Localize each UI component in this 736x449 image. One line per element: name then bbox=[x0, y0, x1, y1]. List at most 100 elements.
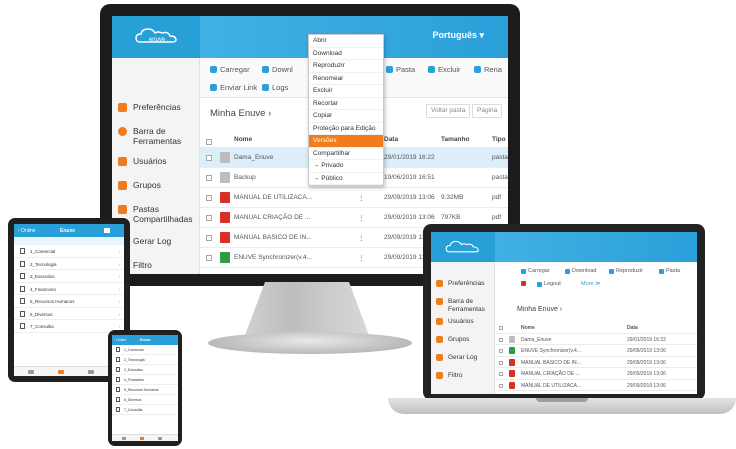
context-menu-item[interactable]: → Privado bbox=[309, 160, 383, 173]
sidebar-item-preferencias[interactable]: Preferências bbox=[118, 102, 181, 112]
laptop-sidebar-item[interactable]: Preferências bbox=[436, 280, 485, 288]
list-item[interactable]: 3_Executivo bbox=[112, 365, 178, 375]
logs-button[interactable]: Logs bbox=[262, 83, 288, 92]
enuve-logo-icon[interactable]: enuve bbox=[134, 26, 180, 46]
row-menu-icon[interactable]: ⋮ bbox=[358, 194, 365, 202]
list-item[interactable]: 5_Recursos Humanos › bbox=[14, 295, 124, 308]
enuve-logo-icon[interactable] bbox=[443, 239, 483, 255]
laptop-sidebar-item[interactable]: Grupos bbox=[436, 336, 469, 344]
row-checkbox[interactable] bbox=[499, 349, 503, 353]
language-selector[interactable]: Português ▾ bbox=[432, 30, 484, 41]
row-checkbox[interactable] bbox=[499, 360, 503, 365]
context-menu-item[interactable]: Copiar bbox=[309, 110, 383, 123]
column-header-date[interactable]: Data bbox=[627, 325, 638, 331]
laptop-youtube-button[interactable] bbox=[521, 281, 526, 286]
breadcrumb[interactable]: Minha Enuve › bbox=[210, 108, 271, 119]
list-item[interactable]: 4_Financeiro › bbox=[14, 283, 124, 295]
phone-back-button[interactable]: ‹ Online bbox=[114, 338, 126, 342]
laptop-sidebar-item[interactable]: Usuários bbox=[436, 318, 474, 326]
column-header-name[interactable]: Nome bbox=[521, 325, 535, 331]
laptop-logout-button[interactable]: Logout bbox=[537, 281, 561, 287]
rename-button[interactable]: Rena bbox=[474, 65, 502, 74]
context-menu-item[interactable]: Proteção para Edição bbox=[309, 123, 383, 135]
back-folder-button[interactable]: Voltar pasta bbox=[426, 104, 471, 118]
column-header-type[interactable]: Tipo bbox=[492, 136, 506, 143]
list-item[interactable]: 7_Consultia bbox=[112, 405, 178, 415]
sidebar-item-pastas-compartilhadas[interactable]: Pastas Compartilhadas bbox=[118, 204, 199, 224]
context-menu-item[interactable]: Download bbox=[309, 48, 383, 60]
sidebar-item-usuarios[interactable]: Usuários bbox=[118, 156, 167, 166]
settings-tab-icon[interactable] bbox=[88, 370, 94, 374]
list-item[interactable]: 7_Consultia › bbox=[14, 320, 124, 333]
settings-tab-icon[interactable] bbox=[158, 437, 162, 440]
list-item[interactable]: 1_Comercial › bbox=[14, 245, 124, 258]
send-link-button[interactable]: Enviar Link bbox=[210, 83, 257, 92]
list-item[interactable]: 6_Diversos › bbox=[14, 308, 124, 320]
laptop-upload-button[interactable]: Carregar bbox=[521, 268, 550, 274]
row-checkbox[interactable] bbox=[206, 155, 212, 161]
download-button[interactable]: Downl bbox=[262, 65, 293, 74]
list-item[interactable]: 5_Recursos Humanos bbox=[112, 385, 178, 395]
select-all-checkbox[interactable] bbox=[499, 326, 503, 330]
list-item[interactable]: 2_Tecnologia bbox=[112, 355, 178, 365]
laptop-folder-button[interactable]: Pasta bbox=[659, 268, 680, 274]
table-row[interactable]: MANUAL DE UTILIZACA... 29/09/2019 13:06 bbox=[495, 380, 697, 391]
list-item[interactable]: 3_Executivo › bbox=[14, 270, 124, 283]
list-item[interactable]: 1_Comercial bbox=[112, 345, 178, 355]
laptop-play-button[interactable]: Reproduzir bbox=[609, 268, 643, 274]
list-item[interactable]: 4_Financeiro bbox=[112, 375, 178, 385]
row-checkbox[interactable] bbox=[206, 215, 212, 221]
delete-button[interactable]: Excluir bbox=[428, 65, 461, 74]
gear-icon bbox=[118, 127, 127, 136]
context-menu-item[interactable]: Abrir bbox=[309, 35, 383, 48]
table-row[interactable]: Dama_Enuve 29/01/2019 16:22 bbox=[495, 334, 697, 345]
column-header-size[interactable]: Tamanho bbox=[441, 136, 469, 143]
row-menu-icon[interactable]: ⋮ bbox=[358, 234, 365, 242]
row-checkbox[interactable] bbox=[206, 235, 212, 241]
column-header-date[interactable]: Data bbox=[384, 136, 398, 143]
row-checkbox[interactable] bbox=[499, 383, 503, 388]
column-header-name[interactable]: Nome bbox=[234, 136, 252, 143]
context-menu-item[interactable]: Recortar bbox=[309, 98, 383, 110]
files-tab-icon[interactable] bbox=[122, 437, 126, 440]
context-menu-item[interactable]: Excluir bbox=[309, 85, 383, 98]
table-row[interactable]: MANUAL CRIAÇÃO DE ... 29/09/2019 13:06 bbox=[495, 368, 697, 380]
laptop-breadcrumb[interactable]: Minha Enuve › bbox=[517, 306, 562, 313]
shared-folder-icon bbox=[118, 205, 127, 214]
context-menu-item[interactable]: Compartilhar bbox=[309, 148, 383, 160]
cloud-tab-icon[interactable] bbox=[58, 370, 64, 374]
row-checkbox[interactable] bbox=[206, 255, 212, 261]
table-row[interactable]: MANUAL DE UTILIZACA... 29/09/2019 13:06 9.… bbox=[200, 188, 508, 208]
context-menu-item[interactable]: → Público bbox=[309, 173, 383, 185]
row-checkbox[interactable] bbox=[206, 195, 212, 201]
sidebar-item-grupos[interactable]: Grupos bbox=[118, 180, 161, 190]
sidebar-item-barra-ferramentas[interactable]: Barra de Ferramentas bbox=[118, 126, 199, 146]
list-item[interactable]: 2_Tecnologia › bbox=[14, 258, 124, 270]
list-item-label: 3_Executivo bbox=[124, 368, 144, 372]
row-menu-icon[interactable]: ⋮ bbox=[358, 254, 365, 262]
row-menu-icon[interactable]: ⋮ bbox=[358, 214, 365, 222]
table-row[interactable]: ENUVE Synchronizer(v.4... 29/09/2019 13:0… bbox=[495, 345, 697, 357]
context-menu-item[interactable]: Renomear bbox=[309, 73, 383, 85]
row-checkbox[interactable] bbox=[206, 175, 212, 181]
row-checkbox[interactable] bbox=[499, 337, 503, 342]
list-item-label: 4_Financeiro bbox=[124, 378, 145, 382]
upload-button[interactable]: Carregar bbox=[210, 65, 250, 74]
laptop-more-button[interactable]: More ≫ bbox=[581, 281, 601, 287]
list-item[interactable]: 6_Diversos bbox=[112, 395, 178, 405]
laptop-sidebar-item[interactable]: Gerar Log bbox=[436, 354, 477, 362]
files-tab-icon[interactable] bbox=[28, 370, 34, 374]
table-row[interactable]: MANUAL BASICO DE IN... 29/09/2019 13:06 bbox=[495, 357, 697, 368]
tablet-back-button[interactable]: ‹ Online bbox=[18, 228, 36, 234]
laptop-sidebar-item[interactable]: Filtro bbox=[436, 372, 462, 380]
select-all-checkbox[interactable] bbox=[206, 139, 212, 145]
cloud-tab-icon[interactable] bbox=[140, 437, 144, 440]
context-menu-item[interactable]: Reproduzir bbox=[309, 60, 383, 73]
row-checkbox[interactable] bbox=[499, 372, 503, 376]
tablet-menu-icon[interactable] bbox=[104, 228, 110, 233]
laptop-sidebar-item[interactable]: Barra de Ferramentas bbox=[436, 298, 494, 314]
page-button[interactable]: Página bbox=[472, 104, 503, 118]
laptop-download-button[interactable]: Download bbox=[565, 268, 596, 274]
context-menu-item[interactable]: Versões bbox=[309, 135, 383, 148]
new-folder-button[interactable]: Pasta bbox=[386, 65, 415, 74]
